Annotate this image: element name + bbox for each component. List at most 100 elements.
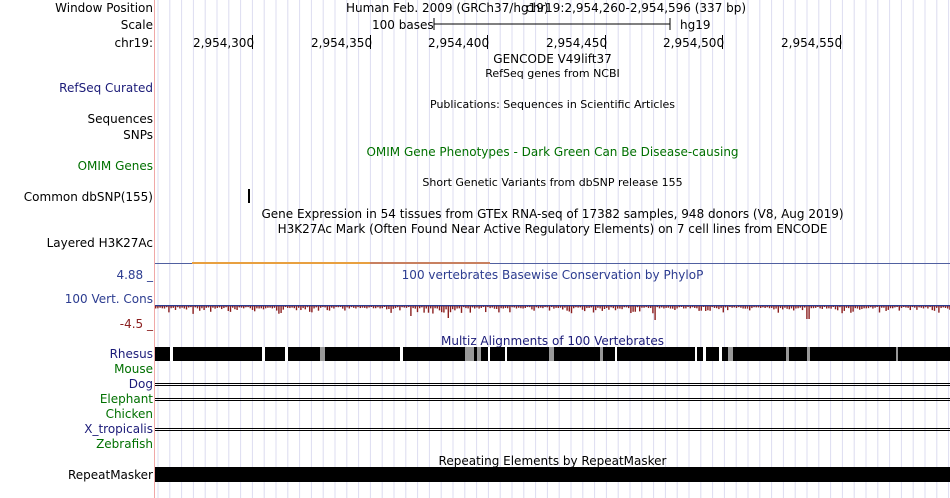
species-label-zebrafish[interactable]: Zebrafish [96,437,153,451]
species-label-dog[interactable]: Dog [129,377,153,391]
conservation-bar [678,306,680,308]
genome-browser-image[interactable]: Window Position Human Feb. 2009 (GRCh37/… [0,0,950,498]
gtex-track-title[interactable]: Gene Expression in 54 tissues from GTEx … [155,207,950,221]
conservation-bar [201,306,203,309]
conservation-bar [641,306,643,308]
conservation-bar [247,306,249,308]
conservation-bar [947,306,949,309]
conservation-bar [174,306,177,310]
conservation-bar [810,306,812,309]
conservation-bar [834,306,837,310]
conservation-bar [199,306,201,311]
conservation-bar [416,306,419,313]
conservation-bar [595,306,597,311]
conservation-bar [166,306,168,308]
dbsnp-variant-mark[interactable] [248,189,250,203]
conservation-bar [540,306,542,308]
conservation-bar [245,306,247,308]
h3k27ac-track-title[interactable]: H3K27Ac Mark (Often Found Near Active Re… [155,222,950,236]
snps-track-label[interactable]: SNPs [123,128,153,142]
conservation-bar [258,306,260,309]
conservation-bar [674,306,676,310]
species-label-x-tropicalis[interactable]: X_tropicalis [84,422,153,436]
conservation-bar [306,306,309,308]
conservation-bar [672,306,674,309]
conservation-bar [284,306,287,308]
conservation-bar [782,306,784,310]
conservation-bar [458,306,460,309]
conservation-bar [623,306,625,308]
conservation-bar [348,306,350,309]
conservation-bar [249,306,251,309]
conservation-plot[interactable] [155,300,950,324]
elephant-alignment [155,398,950,399]
conservation-bar [577,306,579,308]
conservation-bar [775,306,777,309]
conservation-bar [788,306,790,310]
conservation-bar [302,306,304,309]
conservation-bar [526,306,529,308]
conservation-bar [377,306,379,308]
rhesus-gap [488,347,490,361]
refseq-track-label[interactable]: RefSeq Curated [59,81,153,95]
rhesus-alignment[interactable] [155,347,950,361]
conservation-bar [390,306,392,313]
conservation-bar [889,306,892,309]
conservation-bar [907,306,909,308]
publications-track-title[interactable]: Publications: Sequences in Scientific Ar… [155,98,950,112]
conservation-bar [612,306,614,309]
conservation-bar [456,306,458,309]
omim-track-title[interactable]: OMIM Gene Phenotypes - Dark Green Can Be… [155,145,950,159]
chromosome-label: chr19: [114,36,153,50]
conservation-track-label[interactable]: 100 Vert. Cons [65,292,153,306]
species-label-rhesus[interactable]: Rhesus [110,347,153,361]
conservation-bar [267,306,269,308]
ruler-tick [840,35,841,49]
conservation-bar [551,306,553,308]
conservation-bar [529,306,531,308]
repeatmasker-track-label[interactable]: RepeatMasker [68,468,153,482]
repeatmasker-element[interactable] [155,467,950,482]
rhesus-gap [505,347,507,361]
conservation-bar [696,306,698,309]
conservation-bar [276,306,278,311]
dbsnp-track-label[interactable]: Common dbSNP(155) [24,190,153,204]
conservation-bar [557,306,559,309]
conservation-bar [368,306,370,308]
h3k27ac-track-label[interactable]: Layered H3K27Ac [47,236,153,250]
conservation-bar [287,306,289,308]
omim-track-label[interactable]: OMIM Genes [78,159,153,173]
conservation-bar [777,306,779,313]
rhesus-gap [615,347,617,361]
conservation-bar [878,306,881,313]
conservation-bar [916,306,918,310]
conservation-track-title[interactable]: 100 vertebrates Basewise Conservation by… [155,268,950,282]
dbsnp-track-title[interactable]: Short Genetic Variants from dbSNP releas… [155,176,950,190]
conservation-bar [826,306,828,309]
conservation-bar [311,306,313,313]
conservation-bar [841,306,843,314]
repeatmasker-track-title[interactable]: Repeating Elements by RepeatMasker [155,454,950,468]
sequences-track-label[interactable]: Sequences [88,112,153,126]
species-label-elephant[interactable]: Elephant [100,392,153,406]
conservation-bar [729,306,731,308]
conservation-bar [273,306,276,308]
conservation-bar [372,306,375,309]
conservation-bar [293,306,295,309]
conservation-bar [909,306,911,311]
conservation-bar [793,306,795,311]
species-label-mouse[interactable]: Mouse [114,362,153,376]
rhesus-gap [600,347,603,361]
species-label-chicken[interactable]: Chicken [106,407,153,421]
conservation-bar [724,306,727,308]
conservation-bar [918,306,920,308]
conservation-bar [804,306,806,308]
refseq-track-title[interactable]: RefSeq genes from NCBI [155,67,950,81]
conservation-bar [234,306,236,310]
conservation-bar [535,306,537,308]
conservation-bar [685,306,687,309]
multiz-track-title[interactable]: Multiz Alignments of 100 Vertebrates [155,334,950,348]
conservation-bar [601,306,603,311]
conservation-bar [478,306,480,309]
gencode-track-title[interactable]: GENCODE V49lift37 [155,52,950,66]
